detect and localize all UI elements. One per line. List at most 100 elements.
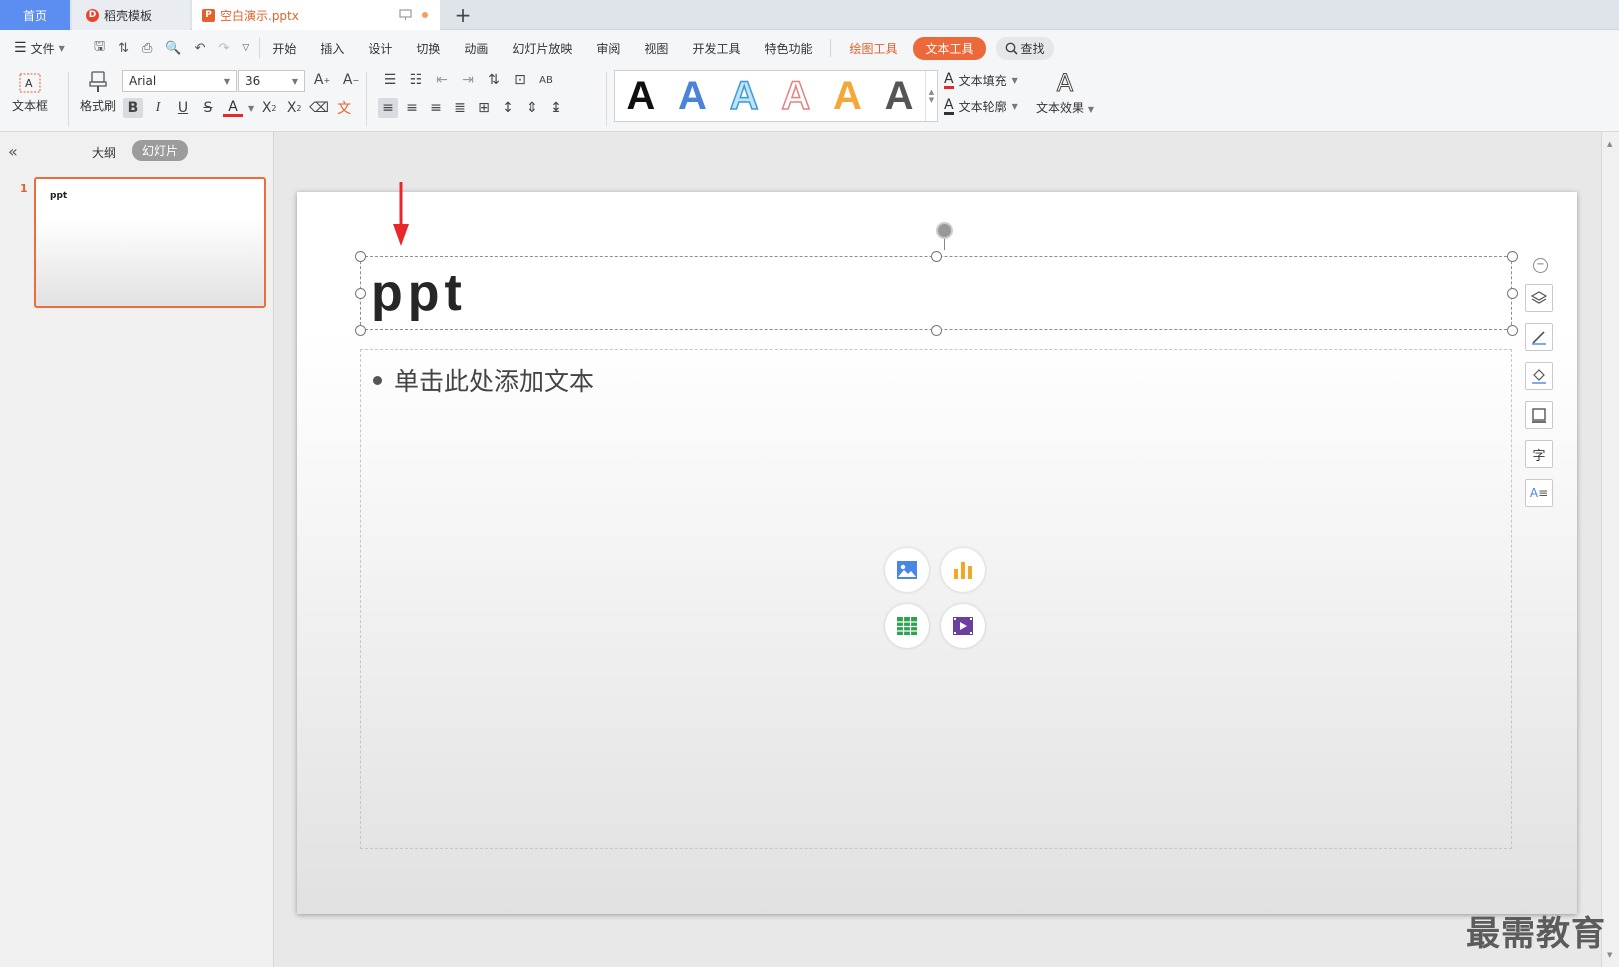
brush-style-button[interactable] [1525,323,1553,351]
superscript-icon[interactable]: X2 [259,98,279,118]
align-right-icon[interactable]: ≡ [426,98,446,118]
insert-picture-button[interactable] [885,548,929,592]
justify-icon[interactable]: ≣ [450,98,470,118]
undo-icon[interactable]: ↶ [195,41,206,56]
text-format-button[interactable]: 字 [1525,440,1553,468]
gallery-scroll[interactable]: ▲ ▼ [925,71,937,121]
menu-view[interactable]: 视图 [632,40,680,57]
content-placeholder-text[interactable]: 单击此处添加文本 [394,362,594,398]
bullet-list-icon[interactable]: ☰ [380,70,400,90]
increase-font-icon[interactable]: A + [312,70,332,90]
format-painter-button[interactable]: 格式刷 [80,70,116,114]
decrease-indent-icon[interactable]: ⇤ [432,70,452,90]
chevron-down-icon[interactable]: ▼ [248,104,254,113]
tab-home[interactable]: 首页 [0,0,70,30]
new-tab-button[interactable]: + [452,0,474,30]
save-icon[interactable]: 🖫 [94,37,105,59]
paragraph-spacing-icon[interactable]: ⇕ [522,98,542,118]
menu-insert[interactable]: 插入 [308,40,356,57]
font-family-select[interactable]: Arial ▼ [122,70,237,92]
collapse-panel-icon[interactable]: « [8,142,18,161]
menu-special[interactable]: 特色功能 [752,40,824,57]
print-icon[interactable]: ⎙ [142,41,152,56]
shape-fill-button[interactable] [1525,362,1553,390]
resize-handle-n[interactable] [931,251,942,262]
layers-icon [1530,291,1548,304]
font-size-select[interactable]: 36 ▼ [238,70,305,92]
numbered-list-icon[interactable]: ☷ [406,70,426,90]
menu-drawing-tools[interactable]: 绘图工具 [837,40,909,57]
insert-video-button[interactable] [941,604,985,648]
resize-handle-ne[interactable] [1507,251,1518,262]
text-style-gray[interactable]: A [885,76,914,116]
clear-format-icon[interactable]: ⌫ [309,98,329,118]
layers-button[interactable] [1525,284,1553,312]
customize-qat-icon[interactable]: ▽ [242,43,249,53]
align-text-icon[interactable]: ⊡ [510,70,530,90]
menu-text-tools[interactable]: 文本工具 [913,36,986,60]
slide-thumbnail[interactable]: ppt [34,177,266,308]
text-style-blue[interactable]: A [678,76,707,116]
menu-animation[interactable]: 动画 [452,40,500,57]
increase-indent-icon[interactable]: ⇥ [458,70,478,90]
content-placeholder[interactable]: 单击此处添加文本 [360,349,1512,849]
text-outline-button[interactable]: A 文本轮廓 ▼ [944,98,1018,115]
line-spacing-icon[interactable]: ↕ [498,98,518,118]
underline-icon[interactable]: U [173,98,193,118]
outline-view-tab[interactable]: 大纲 [92,144,116,161]
text-style-blue-outline[interactable]: A [729,75,759,117]
resize-handle-w[interactable] [355,288,366,299]
redo-icon[interactable]: ↷ [218,41,229,56]
textbox-button[interactable]: A 文本框 [12,72,48,114]
text-style-red-outline[interactable]: A [781,75,811,117]
screen-icon[interactable] [399,9,412,21]
title-placeholder[interactable]: ppt [355,251,1518,336]
slide[interactable]: ppt 单击此处添加文本 [297,192,1577,914]
rotate-handle-icon[interactable] [936,222,953,239]
menu-review[interactable]: 审阅 [584,40,632,57]
align-center-icon[interactable]: ≡ [402,98,422,118]
tab-document[interactable]: P 空白演示.pptx [192,0,440,30]
decrease-font-icon[interactable]: A − [341,70,361,90]
distribute-icon[interactable]: ⊞ [474,98,494,118]
text-style-orange[interactable]: A [833,76,862,116]
menu-start[interactable]: 开始 [260,40,308,57]
text-box-style-button[interactable]: A≡ [1525,479,1553,507]
menu-slideshow[interactable]: 幻灯片放映 [500,40,584,57]
font-color-icon[interactable]: A [223,99,243,117]
menu-developer[interactable]: 开发工具 [680,40,752,57]
insert-table-button[interactable] [885,604,929,648]
file-menu-button[interactable]: ☰ 文件 ▼ [0,40,84,57]
text-effect-button[interactable]: A 文本效果 ▼ [1036,70,1094,116]
vertical-scrollbar[interactable]: ▲ ▼ [1601,132,1619,967]
shape-outline-button[interactable] [1525,401,1553,429]
resize-handle-sw[interactable] [355,325,366,336]
search-button[interactable]: 查找 [995,36,1054,60]
menu-transition[interactable]: 切换 [404,40,452,57]
scroll-up-icon[interactable]: ▲ [1607,140,1612,148]
slide-view-tab[interactable]: 幻灯片 [132,140,189,161]
resize-handle-se[interactable] [1507,325,1518,336]
text-direction-icon[interactable]: ⇅ [484,70,504,90]
columns-icon[interactable]: AB [536,70,556,90]
italic-icon[interactable]: I [148,98,168,118]
insert-chart-button[interactable] [941,548,985,592]
print-preview-icon[interactable]: 🔍 [165,41,181,56]
bold-icon[interactable]: B [123,98,143,118]
spacing-options-icon[interactable]: ↨ [546,98,566,118]
text-fill-button[interactable]: A 文本填充 ▼ [944,72,1018,89]
menu-design[interactable]: 设计 [356,40,404,57]
export-icon[interactable]: ⇅ [118,41,129,56]
scroll-down-icon[interactable]: ▼ [1607,951,1612,959]
text-style-black[interactable]: A [626,76,655,116]
phonetic-guide-icon[interactable]: 文 [334,98,354,118]
collapse-toolbar-icon[interactable]: − [1533,258,1548,273]
resize-handle-nw[interactable] [355,251,366,262]
align-left-icon[interactable]: ≡ [378,98,398,118]
subscript-icon[interactable]: X2 [284,98,304,118]
tab-template[interactable]: D 稻壳模板 [72,0,190,30]
strikethrough-icon[interactable]: S [198,98,218,118]
resize-handle-e[interactable] [1507,288,1518,299]
slide-title[interactable]: ppt [371,263,467,323]
resize-handle-s[interactable] [931,325,942,336]
